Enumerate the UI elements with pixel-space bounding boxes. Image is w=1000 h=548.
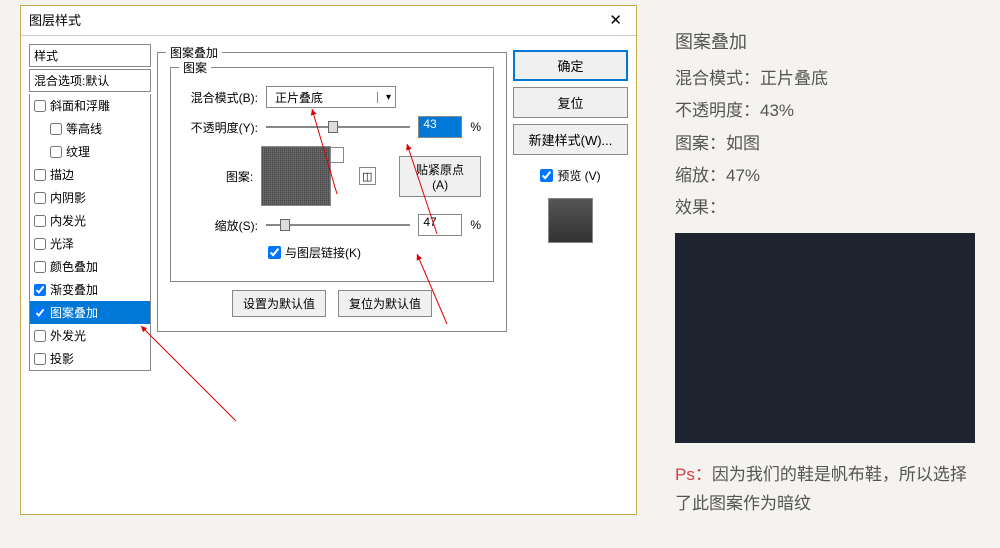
close-icon[interactable]: ✕ bbox=[603, 7, 628, 35]
layer-style-dialog: 图层样式 ✕ 样式 混合选项:默认 斜面和浮雕等高线纹理描边内阴影内发光光泽颜色… bbox=[20, 5, 637, 515]
pattern-overlay-group: 图案叠加 图案 混合模式(B): 正片叠底 ▾ 不透明度(Y): bbox=[157, 52, 507, 332]
style-checkbox-6[interactable] bbox=[34, 238, 46, 250]
style-item-7[interactable]: 颜色叠加 bbox=[30, 255, 150, 278]
preview-swatch bbox=[548, 198, 593, 243]
style-checkbox-0[interactable] bbox=[34, 100, 46, 112]
style-checkbox-5[interactable] bbox=[34, 215, 46, 227]
annot-line-scale: 缩放：47% bbox=[675, 160, 980, 192]
opacity-input[interactable]: 43 bbox=[418, 116, 462, 138]
style-item-11[interactable]: 投影 bbox=[30, 347, 150, 370]
style-label-2: 纹理 bbox=[66, 143, 90, 160]
blend-mode-label: 混合模式(B): bbox=[183, 89, 258, 106]
snap-origin-button[interactable]: 贴紧原点(A) bbox=[399, 156, 481, 197]
styles-header[interactable]: 样式 bbox=[29, 44, 151, 67]
style-item-10[interactable]: 外发光 bbox=[30, 324, 150, 347]
scale-input[interactable]: 47 bbox=[418, 214, 462, 236]
right-buttons: 确定 复位 新建样式(W)... 预览 (V) bbox=[513, 44, 628, 506]
style-label-5: 内发光 bbox=[50, 212, 86, 229]
annot-line-effect: 效果： bbox=[675, 192, 980, 224]
new-pattern-icon[interactable]: ◫ bbox=[359, 167, 376, 185]
ps-note: Ps：因为我们的鞋是帆布鞋，所以选择了此图案作为暗纹 bbox=[675, 461, 980, 519]
style-checkbox-7[interactable] bbox=[34, 261, 46, 273]
style-checkbox-1[interactable] bbox=[50, 123, 62, 135]
reset-button[interactable]: 复位 bbox=[513, 87, 628, 118]
style-item-5[interactable]: 内发光 bbox=[30, 209, 150, 232]
style-checkbox-8[interactable] bbox=[34, 284, 46, 296]
styles-panel: 样式 混合选项:默认 斜面和浮雕等高线纹理描边内阴影内发光光泽颜色叠加渐变叠加图… bbox=[29, 44, 151, 506]
pattern-swatch[interactable] bbox=[261, 146, 331, 206]
blend-mode-select[interactable]: 正片叠底 ▾ bbox=[266, 86, 396, 108]
style-item-0[interactable]: 斜面和浮雕 bbox=[30, 94, 150, 117]
annot-line-opacity: 不透明度：43% bbox=[675, 95, 980, 127]
style-checkbox-9[interactable] bbox=[34, 307, 46, 319]
style-item-8[interactable]: 渐变叠加 bbox=[30, 278, 150, 301]
style-item-9[interactable]: 图案叠加 bbox=[30, 301, 150, 324]
annot-title: 图案叠加 bbox=[675, 25, 980, 59]
style-label-6: 光泽 bbox=[50, 235, 74, 252]
annot-line-pattern: 图案：如图 bbox=[675, 128, 980, 160]
style-label-3: 描边 bbox=[50, 166, 74, 183]
preview-checkbox[interactable] bbox=[540, 169, 553, 182]
scale-label: 缩放(S): bbox=[183, 217, 258, 234]
center-panel: 图案叠加 图案 混合模式(B): 正片叠底 ▾ 不透明度(Y): bbox=[157, 44, 507, 506]
style-label-0: 斜面和浮雕 bbox=[50, 97, 110, 114]
style-label-1: 等高线 bbox=[66, 120, 102, 137]
preview-label: 预览 (V) bbox=[557, 167, 600, 184]
annotations-panel: 图案叠加 混合模式：正片叠底 不透明度：43% 图案：如图 缩放：47% 效果：… bbox=[655, 0, 1000, 538]
style-label-10: 外发光 bbox=[50, 327, 86, 344]
new-style-button[interactable]: 新建样式(W)... bbox=[513, 124, 628, 155]
ps-label: Ps： bbox=[675, 465, 712, 484]
effect-preview-image bbox=[675, 233, 975, 443]
style-label-4: 内阴影 bbox=[50, 189, 86, 206]
link-with-layer-label: 与图层链接(K) bbox=[285, 244, 361, 261]
annot-line-blend: 混合模式：正片叠底 bbox=[675, 63, 980, 95]
scale-slider[interactable] bbox=[266, 218, 410, 232]
blend-mode-value: 正片叠底 bbox=[267, 89, 377, 106]
opacity-label: 不透明度(Y): bbox=[183, 119, 258, 136]
style-item-4[interactable]: 内阴影 bbox=[30, 186, 150, 209]
style-label-11: 投影 bbox=[50, 350, 74, 367]
style-label-7: 颜色叠加 bbox=[50, 258, 98, 275]
style-item-1[interactable]: 等高线 bbox=[30, 117, 150, 140]
ok-button[interactable]: 确定 bbox=[513, 50, 628, 81]
dialog-title: 图层样式 bbox=[29, 7, 81, 35]
style-checkbox-3[interactable] bbox=[34, 169, 46, 181]
scale-percent: % bbox=[470, 218, 481, 232]
dialog-titlebar: 图层样式 ✕ bbox=[21, 6, 636, 36]
style-checkbox-2[interactable] bbox=[50, 146, 62, 158]
pattern-label: 图案: bbox=[183, 168, 253, 185]
style-checkbox-11[interactable] bbox=[34, 353, 46, 365]
chevron-down-icon: ▾ bbox=[377, 92, 395, 103]
reset-default-button[interactable]: 复位为默认值 bbox=[338, 290, 432, 317]
group-label-pattern: 图案 bbox=[179, 59, 211, 76]
styles-list: 斜面和浮雕等高线纹理描边内阴影内发光光泽颜色叠加渐变叠加图案叠加外发光投影 bbox=[29, 94, 151, 371]
style-checkbox-4[interactable] bbox=[34, 192, 46, 204]
style-label-8: 渐变叠加 bbox=[50, 281, 98, 298]
link-with-layer-checkbox[interactable] bbox=[268, 246, 281, 259]
style-label-9: 图案叠加 bbox=[50, 304, 98, 321]
style-item-3[interactable]: 描边 bbox=[30, 163, 150, 186]
opacity-slider[interactable] bbox=[266, 120, 410, 134]
set-default-button[interactable]: 设置为默认值 bbox=[232, 290, 326, 317]
pattern-inner-group: 图案 混合模式(B): 正片叠底 ▾ 不透明度(Y): bbox=[170, 67, 494, 282]
style-item-2[interactable]: 纹理 bbox=[30, 140, 150, 163]
style-checkbox-10[interactable] bbox=[34, 330, 46, 342]
blend-options-header[interactable]: 混合选项:默认 bbox=[29, 69, 151, 92]
opacity-percent: % bbox=[470, 120, 481, 134]
style-item-6[interactable]: 光泽 bbox=[30, 232, 150, 255]
ps-text: 因为我们的鞋是帆布鞋，所以选择了此图案作为暗纹 bbox=[675, 465, 967, 513]
